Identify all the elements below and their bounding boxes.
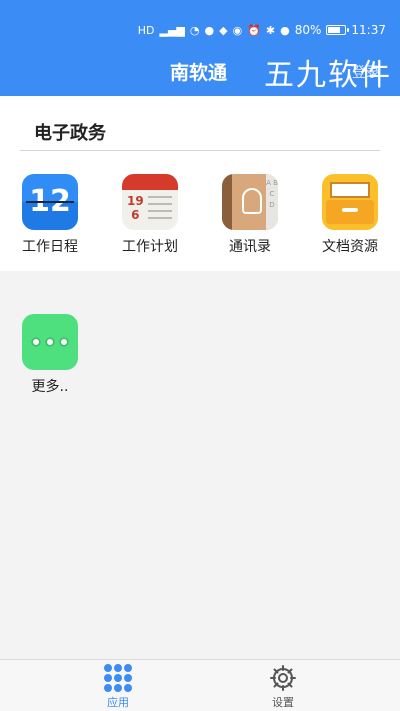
hd-icon: HD xyxy=(137,23,155,37)
message-icon: ● xyxy=(204,23,215,37)
top-app-bar: HD ▂▄▆ ◔ ● ◆ ◉ ⏰ ✱ ● 80% 11:37 南软通 登录 五九… xyxy=(0,0,400,96)
e-government-section: 电子政务 12 工作日程 19 6 工作计划 A B C D 通讯录 文档资源 xyxy=(0,96,400,271)
plan-date-top: 19 xyxy=(127,194,144,208)
nav-apps-label: 应用 xyxy=(107,696,129,709)
watermark: 五九软件 xyxy=(264,58,392,93)
location-icon: ● xyxy=(280,23,290,37)
battery-percent: 80% xyxy=(294,23,322,37)
documents-tray xyxy=(330,182,370,198)
battery-icon xyxy=(326,25,350,35)
alarm-icon: ⏰ xyxy=(247,23,261,37)
section-title: 电子政务 xyxy=(34,123,106,144)
status-bar: HD ▂▄▆ ◔ ● ◆ ◉ ⏰ ✱ ● 80% 11:37 xyxy=(138,20,386,40)
nav-settings-tab[interactable]: 设置 xyxy=(243,664,323,710)
app-label: 工作日程 xyxy=(22,239,78,255)
battery-level xyxy=(328,27,341,33)
more-label: 更多.. xyxy=(31,379,69,395)
documents-slot xyxy=(342,208,358,212)
nav-settings-label: 设置 xyxy=(272,696,294,709)
gear-icon xyxy=(270,665,296,691)
plan-icon-lines xyxy=(148,196,172,224)
contacts-tabs: A B C D xyxy=(266,174,278,230)
calendar-ring xyxy=(26,201,74,203)
dot xyxy=(45,337,55,347)
more-icon xyxy=(22,314,78,370)
contacts-spine xyxy=(222,174,232,230)
eye-icon: ◉ xyxy=(232,23,243,37)
dot xyxy=(59,337,69,347)
documents-box xyxy=(326,200,374,224)
app-label: 通讯录 xyxy=(229,239,271,255)
calendar-icon: 12 xyxy=(22,174,78,230)
app-title: 南软通 xyxy=(170,62,228,84)
dot xyxy=(31,337,41,347)
plan-icon: 19 6 xyxy=(122,174,178,230)
more-apps[interactable]: 更多.. xyxy=(10,314,90,396)
signal-icon: ▂▄▆ xyxy=(159,23,185,37)
grid-icon xyxy=(104,664,132,692)
plan-icon-date: 19 6 xyxy=(127,194,144,222)
app-notification-icon: ◆ xyxy=(219,23,228,37)
bluetooth-icon: ✱ xyxy=(265,23,276,37)
person-icon xyxy=(242,188,262,214)
app-documents[interactable]: 文档资源 xyxy=(310,174,390,256)
plan-icon-header xyxy=(122,174,178,190)
divider xyxy=(20,150,380,151)
plan-date-bottom: 6 xyxy=(131,208,140,222)
documents-icon xyxy=(322,174,378,230)
clock: 11:37 xyxy=(351,23,386,37)
app-contacts[interactable]: A B C D 通讯录 xyxy=(210,174,290,256)
wifi-icon: ◔ xyxy=(189,23,200,37)
app-label: 文档资源 xyxy=(322,239,378,255)
bottom-navigation: 应用 设置 xyxy=(0,659,400,711)
contacts-icon: A B C D xyxy=(222,174,278,230)
app-label: 工作计划 xyxy=(122,239,178,255)
nav-apps-tab[interactable]: 应用 xyxy=(78,664,158,710)
app-work-schedule[interactable]: 12 工作日程 xyxy=(10,174,90,256)
app-work-plan[interactable]: 19 6 工作计划 xyxy=(110,174,190,256)
